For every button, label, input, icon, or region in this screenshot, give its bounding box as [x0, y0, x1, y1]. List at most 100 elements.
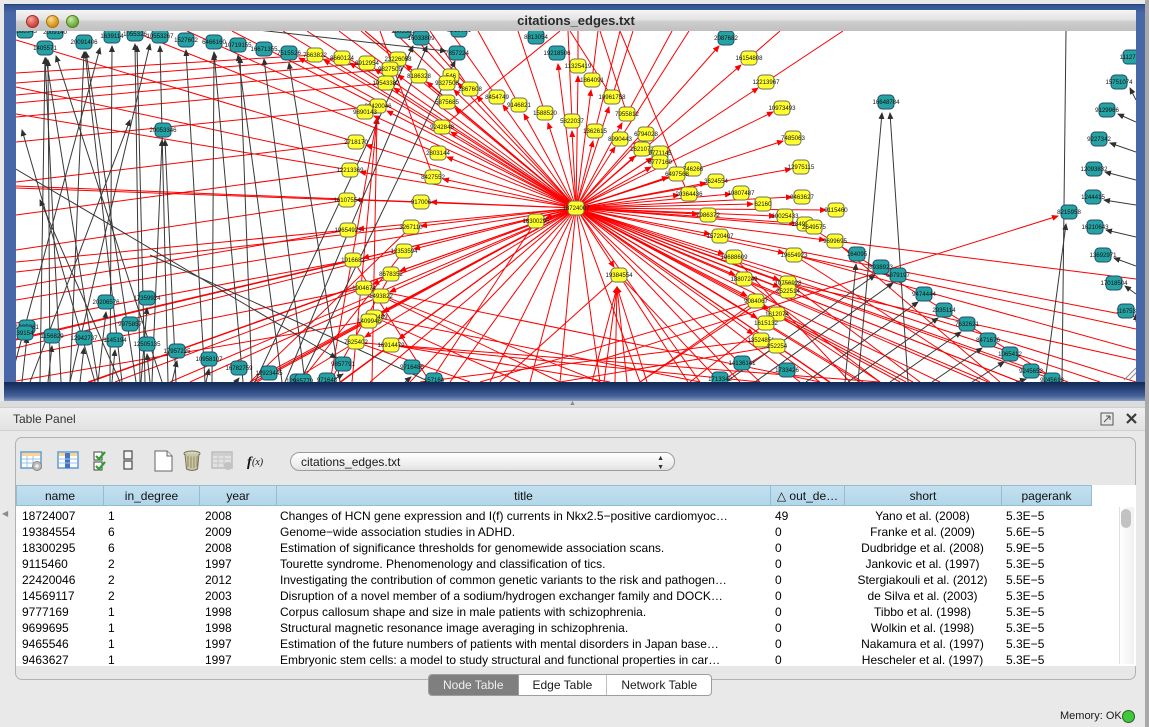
svg-text:62160: 62160	[755, 201, 773, 208]
svg-text:9463627: 9463627	[790, 194, 814, 201]
svg-text:8186328: 8186328	[407, 73, 431, 80]
svg-text:20053346: 20053346	[149, 127, 177, 134]
svg-text:7485063: 7485063	[781, 135, 805, 142]
svg-text:15751074: 15751074	[1105, 79, 1133, 86]
svg-text:1055326: 1055326	[123, 31, 147, 38]
svg-text:9699695: 9699695	[823, 238, 847, 245]
svg-text:10688609: 10688609	[720, 254, 748, 261]
svg-text:9827509: 9827509	[378, 66, 402, 73]
svg-text:39154: 39154	[17, 330, 35, 337]
svg-text:9975857: 9975857	[118, 321, 142, 328]
svg-text:19654925: 19654925	[334, 227, 362, 234]
svg-text:1065412: 1065412	[998, 351, 1022, 358]
svg-text:3267110: 3267110	[399, 224, 423, 231]
svg-text:8813051: 8813051	[447, 31, 471, 34]
svg-text:2087682: 2087682	[714, 35, 738, 42]
svg-text:252254: 252254	[767, 343, 788, 350]
svg-text:12942737: 12942737	[70, 335, 98, 342]
svg-text:2803144: 2803144	[426, 150, 450, 157]
svg-text:10719155: 10719155	[224, 42, 252, 49]
svg-text:17957225: 17957225	[163, 348, 191, 355]
svg-text:9129966: 9129966	[1095, 107, 1119, 114]
svg-text:8454749: 8454749	[485, 94, 509, 101]
svg-text:9115460: 9115460	[824, 207, 848, 214]
svg-text:6466160: 6466160	[202, 39, 226, 46]
svg-text:2867608: 2867608	[458, 86, 482, 93]
svg-text:10961758: 10961758	[598, 94, 626, 101]
svg-text:1112753: 1112753	[1120, 54, 1136, 61]
svg-text:18807249: 18807249	[730, 276, 758, 283]
svg-text:7625402: 7625402	[344, 339, 368, 346]
svg-text:1405571: 1405571	[33, 45, 57, 52]
svg-text:7857224: 7857224	[445, 50, 469, 57]
svg-text:12975115: 12975115	[788, 164, 815, 171]
svg-text:5875685: 5875685	[435, 99, 459, 106]
svg-text:10543382: 10543382	[372, 80, 400, 87]
svg-text:17359924: 17359924	[133, 295, 161, 302]
svg-text:8813054: 8813054	[524, 34, 548, 41]
svg-text:8990443: 8990443	[608, 136, 632, 143]
svg-text:10553267: 10553267	[146, 33, 174, 40]
svg-text:12505135: 12505135	[133, 341, 161, 348]
svg-text:19654923: 19654923	[780, 252, 808, 259]
svg-text:16154808: 16154808	[735, 55, 763, 62]
svg-text:1244415: 1244415	[1081, 194, 1105, 201]
svg-text:6879197: 6879197	[886, 272, 910, 279]
svg-text:2522514: 2522514	[776, 288, 800, 295]
svg-text:7515526: 7515526	[277, 50, 301, 57]
svg-text:9327508: 9327508	[435, 80, 459, 87]
svg-text:9146821: 9146821	[507, 102, 531, 109]
svg-text:7986372: 7986372	[696, 212, 720, 219]
svg-text:3624554: 3624554	[704, 178, 728, 185]
svg-text:164095: 164095	[847, 251, 868, 258]
svg-text:8912954: 8912954	[355, 60, 379, 67]
svg-text:917006: 917006	[411, 199, 432, 206]
svg-text:12093832: 12093832	[1080, 166, 1108, 173]
svg-text:8660124: 8660124	[330, 55, 354, 62]
svg-text:19384554: 19384554	[605, 272, 633, 279]
svg-text:116753: 116753	[1116, 308, 1136, 315]
svg-text:1904674: 1904674	[352, 285, 376, 292]
svg-text:15720407: 15720407	[706, 233, 734, 240]
svg-text:9890143: 9890143	[353, 109, 377, 116]
svg-text:8471676: 8471676	[976, 337, 1000, 344]
svg-text:1588520: 1588520	[533, 110, 557, 117]
svg-text:(x): (x)	[252, 457, 264, 468]
svg-text:20364436: 20364436	[675, 191, 703, 198]
svg-text:20206576: 20206576	[92, 299, 120, 306]
svg-text:1916682: 1916682	[341, 257, 365, 264]
svg-text:1615132: 1615132	[754, 320, 778, 327]
svg-text:10807487: 10807487	[727, 190, 755, 197]
svg-text:16033809: 16033809	[407, 35, 435, 42]
svg-text:1639114: 1639114	[100, 33, 124, 40]
svg-text:1145194: 1145194	[103, 337, 127, 344]
svg-text:9245652: 9245652	[1019, 368, 1043, 375]
svg-text:10958107: 10958107	[195, 356, 223, 363]
svg-text:7663822: 7663822	[303, 52, 327, 59]
svg-text:11325419: 11325419	[565, 63, 592, 70]
svg-text:16914479: 16914479	[377, 342, 405, 349]
svg-text:1493822: 1493822	[369, 293, 393, 300]
svg-text:12923445: 12923445	[255, 370, 283, 377]
svg-text:6794028: 6794028	[634, 131, 658, 138]
svg-text:1409948: 1409948	[357, 318, 381, 325]
svg-text:19218506: 19218506	[543, 50, 571, 57]
svg-text:18724007: 18724007	[562, 205, 590, 212]
svg-text:17018504: 17018504	[1100, 280, 1128, 287]
svg-text:7955812: 7955812	[615, 111, 639, 118]
svg-text:16107554: 16107554	[333, 197, 361, 204]
svg-text:9227342: 9227342	[1087, 136, 1111, 143]
svg-text:9242848: 9242848	[430, 124, 454, 131]
svg-text:8938923: 8938923	[869, 264, 893, 271]
svg-text:8678352: 8678352	[379, 271, 403, 278]
svg-text:1156829: 1156829	[40, 333, 64, 340]
svg-text:8427552: 8427552	[421, 174, 445, 181]
svg-text:2009140: 2009140	[43, 31, 67, 36]
svg-text:9716485: 9716485	[400, 364, 424, 371]
svg-text:9474444: 9474444	[912, 291, 936, 298]
svg-text:16671355: 16671355	[250, 46, 278, 53]
svg-text:12213369: 12213369	[336, 167, 364, 174]
svg-text:6497568: 6497568	[665, 171, 689, 178]
svg-text:9857791: 9857791	[331, 361, 355, 368]
svg-text:16782759: 16782759	[225, 365, 253, 372]
